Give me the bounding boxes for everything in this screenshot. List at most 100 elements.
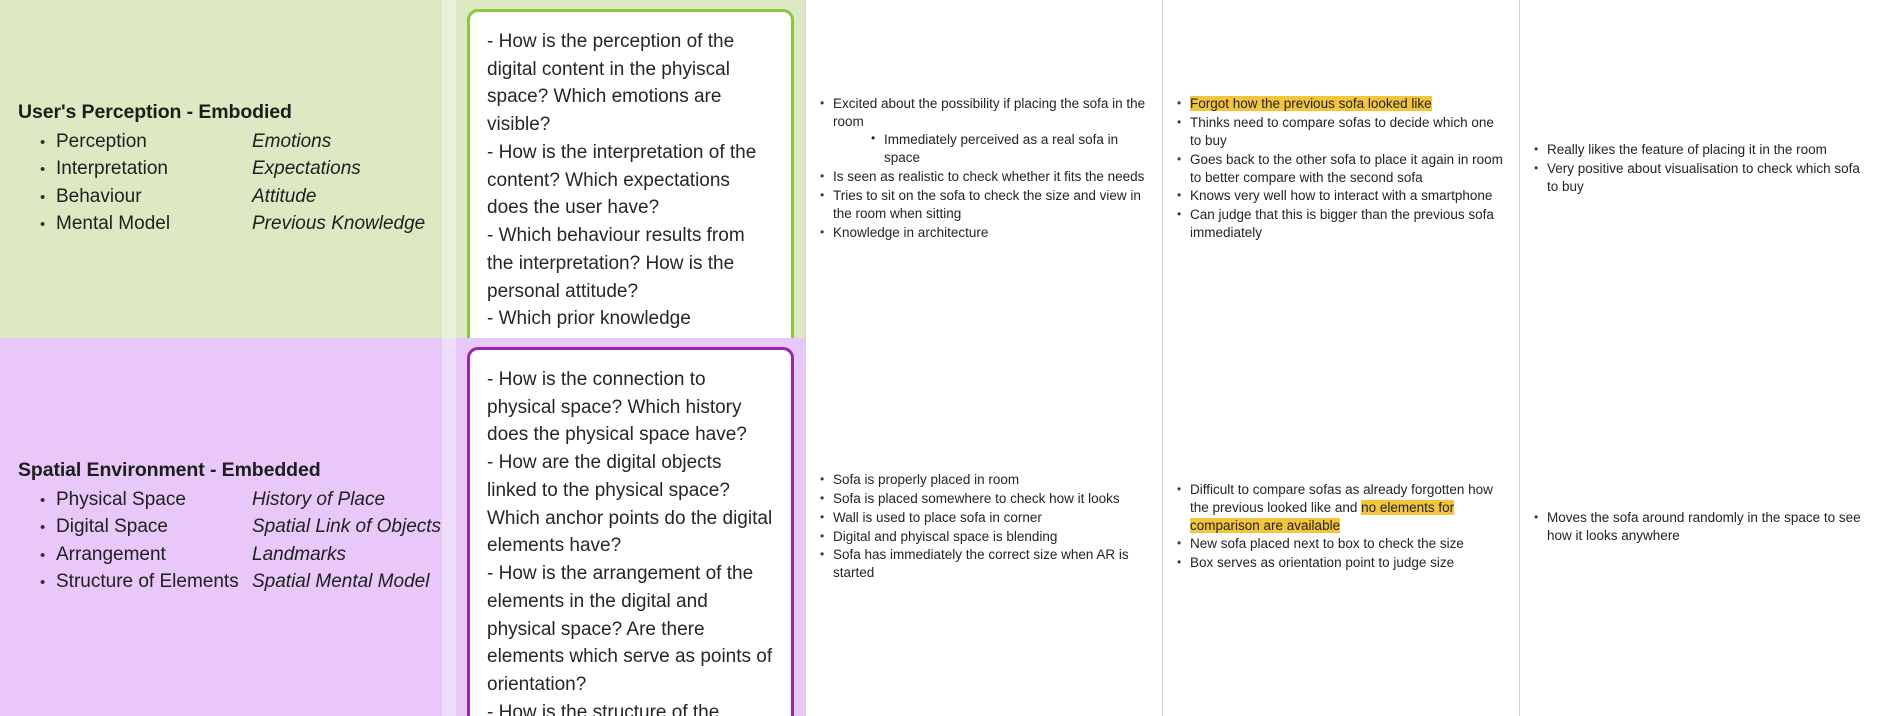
note-text: Knowledge in architecture bbox=[833, 224, 989, 240]
attribute-right: Expectations bbox=[252, 158, 361, 180]
attribute-left: Digital Space bbox=[56, 516, 168, 538]
row-embodied-questions-cell: - How is the perception of the digital c… bbox=[456, 0, 805, 378]
note-text: Sofa has immediately the correct size wh… bbox=[833, 547, 1129, 581]
page-title: User's Perception - Embodied bbox=[18, 100, 292, 123]
note-text: Box serves as orientation point to judge… bbox=[1190, 555, 1455, 571]
note-text: Tries to sit on the sofa to check the si… bbox=[833, 187, 1141, 221]
attribute-left: Interpretation bbox=[56, 158, 168, 180]
notes-list: • Sofa is properly placed in room • Sofa… bbox=[820, 471, 1148, 584]
list-item: • Immediately perceived as a real sofa i… bbox=[871, 131, 1148, 167]
note-text: Can judge that this is bigger than the p… bbox=[1190, 207, 1494, 241]
list-item: • Goes back to the other sofa to place i… bbox=[1177, 151, 1505, 187]
bullet-icon: • bbox=[1177, 536, 1182, 551]
attribute-right: Emotions bbox=[252, 130, 332, 152]
bullet-icon: • bbox=[1177, 481, 1182, 496]
list-item: • Behaviour Attitude bbox=[40, 183, 456, 210]
bullet-icon: • bbox=[1177, 151, 1182, 166]
status-badge: Forgot how the previous sofa looked like bbox=[1190, 95, 1432, 111]
note-text: Thinks need to compare sofas to decide w… bbox=[1190, 114, 1494, 148]
note-text: Excited about the possibility if placing… bbox=[833, 96, 1146, 130]
attribute-right: Previous Knowledge bbox=[252, 212, 426, 234]
bullet-icon: • bbox=[820, 471, 825, 486]
matrix-row-embedded: Spatial Environment - Embedded • Physica… bbox=[0, 338, 1884, 716]
note-text: Really likes the feature of placing it i… bbox=[1547, 142, 1827, 158]
page-title: Spatial Environment - Embedded bbox=[18, 458, 321, 481]
note-text: Very positive about visualisation to che… bbox=[1547, 161, 1860, 194]
list-item: • Thinks need to compare sofas to decide… bbox=[1177, 114, 1505, 150]
questions-box-embedded: - How is the connection to physical spac… bbox=[467, 347, 794, 716]
notes-list: • Really likes the feature of placing it… bbox=[1534, 141, 1870, 197]
list-item: • Can judge that this is bigger than the… bbox=[1177, 206, 1505, 242]
row-embedded-title-cell: Spatial Environment - Embedded • Physica… bbox=[0, 338, 456, 716]
bullet-icon: • bbox=[40, 133, 46, 151]
note-text: Goes back to the other sofa to place it … bbox=[1190, 151, 1503, 185]
attribute-right: Landmarks bbox=[252, 543, 346, 565]
list-item: • Very positive about visualisation to c… bbox=[1534, 160, 1870, 196]
list-item: • Sofa is placed somewhere to check how … bbox=[820, 490, 1148, 508]
row-embedded-questions-cell: - How is the connection to physical spac… bbox=[456, 338, 805, 716]
bullet-icon: • bbox=[40, 188, 46, 206]
note-text: Digital and phyiscal space is blending bbox=[833, 528, 1058, 544]
note-text: Is seen as realistic to check whether it… bbox=[833, 169, 1145, 184]
list-item: • Excited about the possibility if placi… bbox=[820, 95, 1148, 167]
list-item: • Perception Emotions bbox=[40, 128, 456, 155]
attribute-right: Attitude bbox=[252, 185, 317, 207]
bullet-icon: • bbox=[40, 546, 46, 564]
row-embedded-notes-column-3: • Moves the sofa around randomly in the … bbox=[1519, 338, 1884, 716]
bullet-icon: • bbox=[1177, 114, 1182, 129]
list-item: • Moves the sofa around randomly in the … bbox=[1534, 509, 1870, 545]
attribute-left: Perception bbox=[56, 130, 147, 152]
row-embedded-notes-column-2: • Difficult to compare sofas as already … bbox=[1162, 338, 1519, 716]
note-text: Difficult to compare sofas as already fo… bbox=[1190, 481, 1505, 535]
attribute-left: Behaviour bbox=[56, 185, 142, 207]
list-item: • Forgot how the previous sofa looked li… bbox=[1177, 95, 1505, 113]
bullet-icon: • bbox=[1177, 555, 1182, 570]
questions-box-embodied: - How is the perception of the digital c… bbox=[467, 9, 794, 378]
bullet-icon: • bbox=[1534, 509, 1539, 524]
bullet-icon: • bbox=[40, 215, 46, 233]
note-text: Sofa is properly placed in room bbox=[833, 471, 1020, 487]
list-item: • Knows very well how to interact with a… bbox=[1177, 187, 1505, 205]
notes-list: • Excited about the possibility if placi… bbox=[820, 95, 1148, 243]
bullet-icon: • bbox=[820, 224, 825, 239]
bullet-icon: • bbox=[820, 169, 825, 183]
attribute-right: History of Place bbox=[252, 488, 386, 510]
bullet-icon: • bbox=[820, 509, 825, 524]
list-item: • Is seen as realistic to check whether … bbox=[820, 168, 1148, 186]
column-separator bbox=[442, 0, 456, 338]
note-text: Moves the sofa around randomly in the sp… bbox=[1547, 509, 1861, 543]
bullet-icon: • bbox=[1534, 161, 1539, 176]
bullet-icon: • bbox=[820, 96, 825, 111]
list-item: • Mental Model Previous Knowledge bbox=[40, 210, 456, 237]
bullet-icon: • bbox=[1177, 95, 1182, 110]
sub-note-text: Immediately perceived as a real sofa in … bbox=[884, 132, 1119, 166]
list-item: • Knowledge in architecture bbox=[820, 224, 1148, 242]
analysis-matrix: User's Perception - Embodied • Perceptio… bbox=[0, 0, 1884, 716]
question-text: - How is the perception of the digital c… bbox=[487, 31, 735, 136]
question-text: - How is the connection to physical spac… bbox=[487, 369, 747, 446]
row-embodied-title-cell: User's Perception - Embodied • Perceptio… bbox=[0, 0, 456, 338]
row-embodied-notes-column-2: • Forgot how the previous sofa looked li… bbox=[1162, 0, 1519, 338]
sub-notes-list: • Immediately perceived as a real sofa i… bbox=[833, 131, 1148, 167]
row-embodied-notes-column-3: • Really likes the feature of placing it… bbox=[1519, 0, 1884, 338]
question-text: - Which behaviour results from the inter… bbox=[487, 225, 745, 302]
attribute-left: Structure of Elements bbox=[56, 570, 239, 592]
note-text: Sofa is placed somewhere to check how it… bbox=[833, 490, 1120, 506]
bullet-icon: • bbox=[820, 187, 825, 202]
note-text: Forgot how the previous sofa looked like bbox=[1190, 95, 1505, 113]
bullet-icon: • bbox=[40, 161, 46, 179]
note-text: Knows very well how to interact with a s… bbox=[1190, 188, 1493, 204]
bullet-icon: • bbox=[40, 573, 46, 591]
list-item: • Difficult to compare sofas as already … bbox=[1177, 481, 1505, 535]
list-item: • Digital Space Spatial Link of Objects bbox=[40, 513, 456, 540]
bullet-icon: • bbox=[40, 519, 46, 537]
list-item: • Box serves as orientation point to jud… bbox=[1177, 554, 1505, 572]
list-item: • Sofa is properly placed in room bbox=[820, 471, 1148, 489]
list-item: • Interpretation Expectations bbox=[40, 155, 456, 182]
bullet-icon: • bbox=[820, 490, 825, 505]
attribute-left: Arrangement bbox=[56, 543, 166, 565]
list-item: • Arrangement Landmarks bbox=[40, 541, 456, 568]
list-item: • Physical Space History of Place bbox=[40, 486, 456, 513]
list-item: • Tries to sit on the sofa to check the … bbox=[820, 187, 1148, 223]
list-item: • Really likes the feature of placing it… bbox=[1534, 141, 1870, 159]
